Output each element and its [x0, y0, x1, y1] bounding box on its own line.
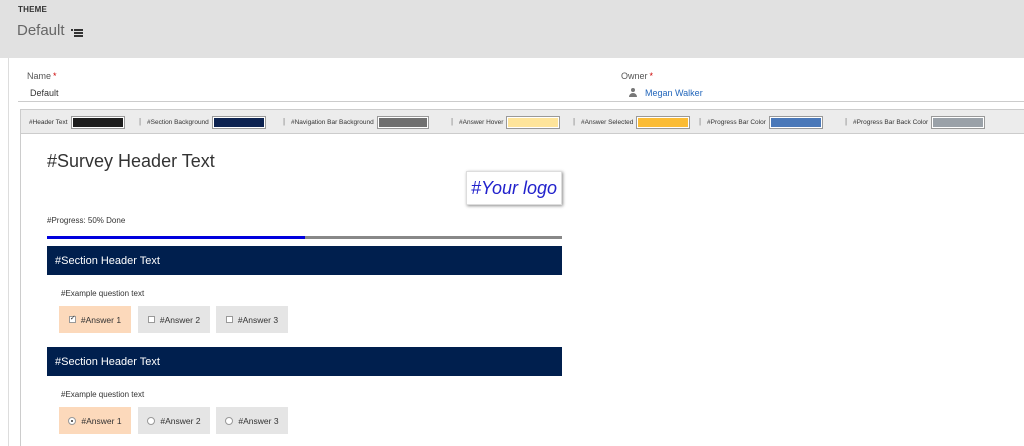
answer-label: #Answer 2: [160, 415, 201, 426]
answer-option[interactable]: #Answer 3: [216, 407, 288, 434]
color-setting-label: #Answer Hover: [459, 118, 504, 126]
color-swatch[interactable]: [70, 115, 125, 129]
checkbox[interactable]: [68, 314, 76, 323]
required-indicator: *: [649, 71, 654, 81]
color-setting-3: #Answer Hover: [459, 110, 561, 134]
color-setting-2: #Navigation Bar Background: [291, 110, 429, 134]
color-swatch[interactable]: [506, 115, 561, 129]
name-label: Name: [27, 71, 52, 81]
section-header: #Section Header Text: [47, 347, 562, 376]
answer-label: #Answer 1: [80, 314, 122, 325]
color-setting-4: #Answer Selected: [581, 110, 691, 134]
record-title: Default: [17, 22, 65, 39]
answer-option[interactable]: #Answer 1: [59, 306, 131, 333]
name-field: Name * Default: [27, 66, 59, 98]
answer-option[interactable]: #Answer 2: [138, 306, 210, 333]
separator: |: [451, 117, 454, 126]
color-swatch[interactable]: [931, 115, 986, 129]
user-icon: [629, 88, 637, 97]
progress-bar-fill: [47, 236, 305, 239]
separator: |: [699, 117, 702, 126]
required-indicator: *: [53, 71, 57, 81]
radio-button[interactable]: [225, 416, 234, 425]
color-setting-label: #Navigation Bar Background: [291, 118, 374, 126]
answer-label: #Answer 3: [237, 314, 279, 325]
color-settings-bar: #Header Text #Section Background #Navigati…: [21, 110, 1024, 134]
list-icon[interactable]: [71, 29, 83, 37]
answer-option[interactable]: #Answer 2: [138, 407, 210, 434]
question-text: #Example question text: [61, 289, 145, 298]
color-setting-1: #Section Background: [147, 110, 266, 134]
theme-preview: #Header Text #Section Background #Navigati…: [20, 109, 1024, 446]
owner-label: Owner: [621, 71, 648, 81]
answer-option[interactable]: #Answer 1: [59, 407, 131, 434]
color-swatch[interactable]: [768, 115, 823, 129]
color-setting-label: #Answer Selected: [581, 118, 634, 126]
color-setting-6: #Progress Bar Back Color: [853, 110, 986, 134]
color-setting-label: #Section Background: [147, 118, 209, 126]
color-swatch[interactable]: [376, 115, 429, 129]
separator: |: [139, 117, 142, 126]
answer-label: #Answer 2: [159, 314, 201, 325]
entity-label: THEME: [18, 5, 47, 14]
color-swatch[interactable]: [636, 115, 691, 129]
answer-option[interactable]: #Answer 3: [216, 306, 288, 333]
owner-link[interactable]: Megan Walker: [645, 88, 703, 98]
divider: [18, 101, 1024, 102]
color-setting-label: #Header Text: [29, 118, 68, 126]
section-header: #Section Header Text: [47, 246, 562, 275]
separator: |: [283, 117, 286, 126]
record-header: THEME Default: [0, 0, 1024, 58]
color-setting-label: #Progress Bar Color: [707, 118, 766, 126]
radio-button[interactable]: [147, 416, 156, 425]
checkbox[interactable]: [225, 316, 233, 323]
color-setting-0: #Header Text: [29, 110, 125, 134]
question-text: #Example question text: [61, 390, 145, 399]
separator: |: [573, 117, 576, 126]
checkbox[interactable]: [147, 316, 155, 323]
progress-label: #Progress: 50% Done: [47, 216, 126, 225]
answer-label: #Answer 3: [238, 415, 279, 426]
logo-text: #Your logo: [470, 177, 558, 198]
answer-label: #Answer 1: [81, 415, 122, 426]
name-value[interactable]: Default: [30, 88, 59, 98]
color-setting-5: #Progress Bar Color: [707, 110, 823, 134]
separator: |: [845, 117, 848, 126]
logo-placeholder[interactable]: #Your logo: [466, 171, 562, 205]
progress-bar: [47, 236, 562, 239]
color-setting-label: #Progress Bar Back Color: [853, 118, 929, 126]
radio-button[interactable]: [68, 416, 77, 425]
color-swatch[interactable]: [211, 115, 266, 129]
owner-field: Owner * Megan Walker: [621, 66, 703, 98]
survey-header-text: #Survey Header Text: [47, 151, 215, 171]
